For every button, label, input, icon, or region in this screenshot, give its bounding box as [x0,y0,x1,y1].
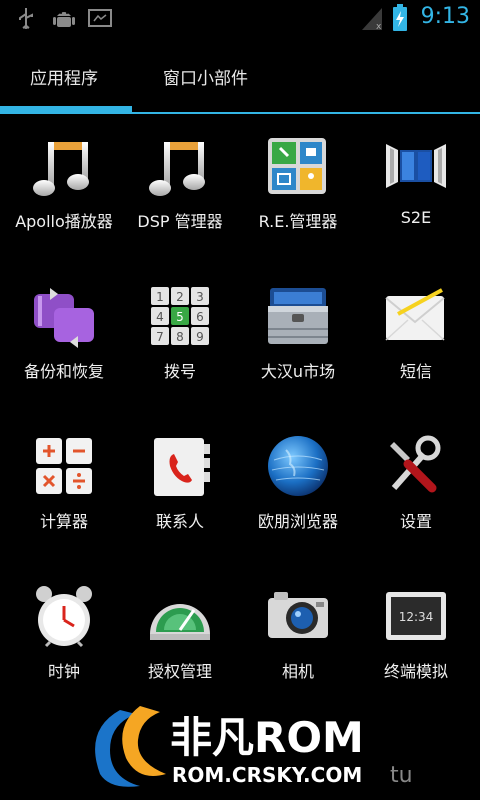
contacts-icon [148,434,212,498]
app-messaging[interactable]: 短信 [356,280,476,430]
app-apollo[interactable]: Apollo播放器 [4,130,124,280]
dialpad-icon: 123 456 789 [148,284,212,348]
app-label: 终端模拟 [383,662,448,681]
signal-icon: x [360,6,384,36]
app-label: 相机 [281,662,314,681]
app-s2e[interactable]: S2E [356,130,476,280]
terminal-clock-text: 12:34 [399,610,434,624]
app-label: DSP 管理器 [137,212,223,231]
app-label: 授权管理 [147,662,212,681]
envelope-icon [384,284,448,348]
tab-selected-indicator [0,106,132,114]
app-label: 大汉u市场 [260,362,336,381]
app-dahan-market[interactable]: 大汉u市场 [238,280,358,430]
watermark-suffix: tu [390,763,413,788]
android-debug-icon [52,6,76,34]
app-opera-browser[interactable]: 欧朋浏览器 [238,430,358,580]
dialpad-digit: 8 [176,330,184,344]
app-label: 计算器 [39,512,88,531]
app-label: 欧朋浏览器 [257,512,338,531]
screenshot-icon [88,6,112,34]
app-label: 拨号 [163,362,196,381]
dialpad-digit: 9 [196,330,204,344]
app-label: R.E.管理器 [258,212,338,231]
dialpad-digit: 2 [176,290,184,304]
gauge-icon [148,584,212,648]
app-dialer[interactable]: 123 456 789 拨号 [120,280,240,430]
dialpad-digit: 7 [156,330,164,344]
backup-icon [32,284,96,348]
app-settings[interactable]: 设置 [356,430,476,580]
watermark-logo: 非凡ROM ROM.CRSKY.COM tu [80,700,440,800]
dialpad-digit: 6 [196,310,204,324]
terminal-icon: 12:34 [384,584,448,648]
app-label: 联系人 [155,512,204,531]
app-dsp-manager[interactable]: DSP 管理器 [120,130,240,280]
battery-charging-icon [392,4,408,36]
camera-icon [266,584,330,648]
music-note-icon [148,134,212,198]
alarm-clock-icon [32,584,96,648]
usb-icon [16,6,36,34]
watermark-brand: 非凡ROM [170,713,364,762]
s2e-icon [384,134,448,198]
app-backup[interactable]: 备份和恢复 [4,280,124,430]
re-manager-icon [266,134,330,198]
calculator-icon [32,434,96,498]
globe-icon [266,434,330,498]
app-label: S2E [400,208,432,227]
app-label: 时钟 [47,662,80,681]
app-contacts[interactable]: 联系人 [120,430,240,580]
clock-time: 9:13 [420,4,470,29]
app-label: 设置 [399,512,432,531]
tools-icon [384,434,448,498]
tab-apps[interactable]: 应用程序 [30,64,98,89]
svg-text:x: x [376,22,382,32]
dialpad-digit: 3 [196,290,204,304]
dialpad-digit: 1 [156,290,164,304]
dialpad-digit: 4 [156,310,164,324]
toolbox-icon [266,284,330,348]
app-re-manager[interactable]: R.E.管理器 [238,130,358,280]
music-note-icon [32,134,96,198]
app-label: 短信 [399,362,432,381]
tab-widgets[interactable]: 窗口小部件 [163,64,248,89]
app-label: Apollo播放器 [15,212,113,231]
app-calculator[interactable]: 计算器 [4,430,124,580]
app-label: 备份和恢复 [23,362,104,381]
status-bar: x 9:13 [0,0,480,38]
dialpad-digit: 5 [176,310,184,324]
watermark-url: ROM.CRSKY.COM [172,763,362,787]
